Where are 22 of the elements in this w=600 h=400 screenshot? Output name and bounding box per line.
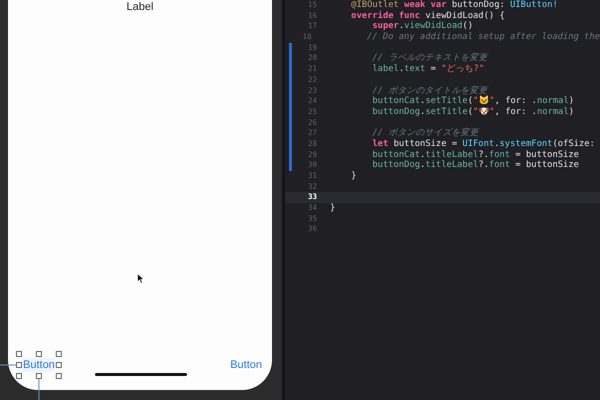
code-line: override func viewDidLoad() { [350, 10, 505, 21]
selection-handles[interactable] [16, 351, 62, 379]
canvas-button[interactable]: Button [23, 358, 55, 372]
canvas-button[interactable]: Button [230, 358, 262, 372]
code-line: buttonDog.setTitle("🐶", for: .normal) [371, 106, 574, 118]
constraint-line [38, 378, 40, 400]
code-line: // Do any additional setup after loading the [366, 32, 600, 43]
code-line: buttonCat.setTitle("🐱", for: .normal) [371, 96, 574, 107]
code-line: // ボタンのサイズを変更 [371, 128, 478, 139]
code-line: label.text = "どっち?" [371, 64, 484, 75]
code-line: // ラベルのテキストを変更 [371, 53, 488, 64]
code-line: buttonDog.titleLabel?.font = buttonSize [371, 160, 579, 171]
code-line: super.viewDidLoad() [371, 21, 474, 32]
constraint-line [0, 364, 16, 366]
code-line: buttonCat.titleLabel?.font = buttonSize [371, 150, 579, 160]
code-line: } [350, 171, 356, 182]
code-line: } [330, 203, 336, 214]
mouse-pointer-icon [137, 273, 145, 284]
code-line: // ボタンのタイトルを変更 [371, 86, 488, 96]
code-line: @IBOutlet weak var buttonDog: UIButton! [350, 0, 558, 10]
label-text: Label [126, 1, 154, 13]
code-line: let buttonSize = UIFont.systemFont(ofSize: [371, 138, 595, 150]
